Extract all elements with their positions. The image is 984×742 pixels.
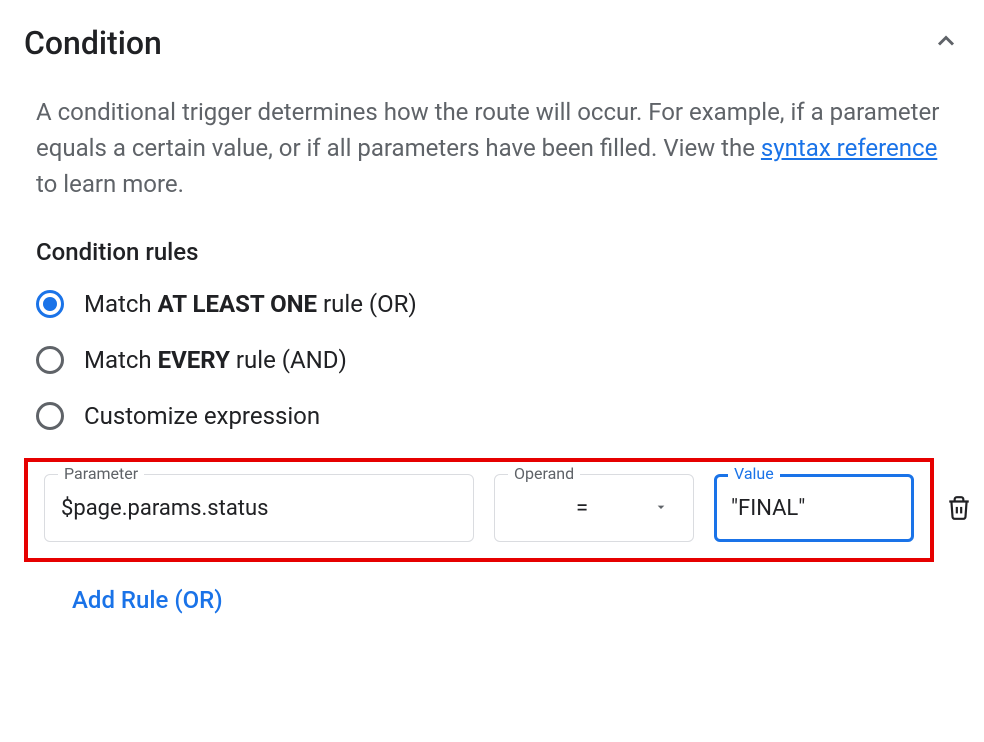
- radio-match-at-least-one[interactable]: Match AT LEAST ONE rule (OR): [36, 290, 960, 318]
- radio-label: Match EVERY rule (AND): [84, 346, 347, 374]
- parameter-input[interactable]: [44, 474, 474, 542]
- delete-rule-icon[interactable]: [942, 495, 976, 525]
- syntax-reference-link[interactable]: syntax reference: [761, 134, 937, 162]
- section-title: Condition: [24, 24, 162, 62]
- radio-label-bold: AT LEAST ONE: [158, 290, 317, 318]
- description-text-post: to learn more.: [36, 170, 184, 198]
- radio-customize-expression[interactable]: Customize expression: [36, 402, 960, 430]
- value-field-wrapper: Value: [714, 474, 914, 542]
- rule-row: Parameter Operand = Value: [24, 458, 934, 562]
- add-rule-button[interactable]: Add Rule (OR): [24, 586, 960, 614]
- parameter-field-wrapper: Parameter: [44, 474, 474, 542]
- value-input[interactable]: [714, 474, 914, 542]
- condition-rules-radio-group: Match AT LEAST ONE rule (OR) Match EVERY…: [24, 290, 960, 430]
- radio-button-icon: [36, 290, 64, 318]
- radio-label-bold: EVERY: [158, 346, 230, 374]
- radio-label-pre: Customize expression: [84, 402, 320, 430]
- radio-label: Customize expression: [84, 402, 320, 430]
- operand-value: =: [511, 496, 653, 521]
- radio-label-pre: Match: [84, 346, 158, 374]
- operand-field-wrapper: Operand =: [494, 474, 694, 542]
- radio-button-icon: [36, 346, 64, 374]
- dropdown-arrow-icon: [653, 496, 669, 521]
- radio-label-post: rule (AND): [230, 346, 347, 374]
- condition-rules-title: Condition rules: [24, 238, 960, 266]
- rule-row-container: Parameter Operand = Value: [24, 458, 960, 562]
- radio-label-post: rule (OR): [317, 290, 417, 318]
- radio-button-icon: [36, 402, 64, 430]
- operand-select[interactable]: =: [494, 474, 694, 542]
- section-description: A conditional trigger determines how the…: [24, 94, 944, 202]
- collapse-icon[interactable]: [932, 27, 960, 59]
- radio-label-pre: Match: [84, 290, 158, 318]
- radio-label: Match AT LEAST ONE rule (OR): [84, 290, 417, 318]
- radio-match-every[interactable]: Match EVERY rule (AND): [36, 346, 960, 374]
- value-label: Value: [728, 464, 780, 483]
- parameter-label: Parameter: [58, 464, 144, 483]
- section-header: Condition: [24, 24, 960, 62]
- operand-label: Operand: [508, 464, 580, 483]
